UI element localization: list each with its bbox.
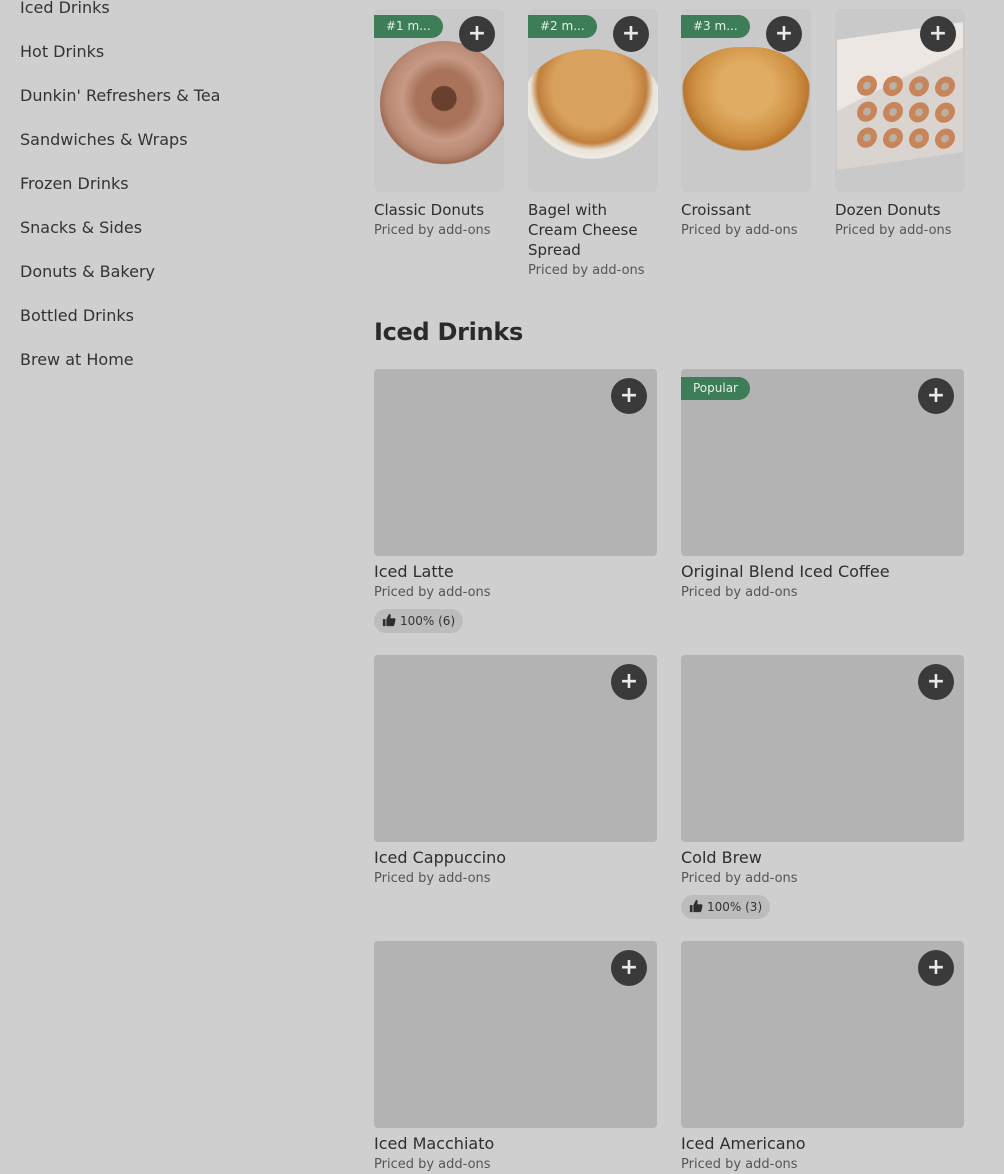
item-image[interactable]: #1 m... +: [374, 9, 504, 192]
sidebar-item-snacks-sides[interactable]: Snacks & Sides: [20, 206, 320, 250]
item-price-note: Priced by add-ons: [374, 585, 491, 600]
sidebar-item-refreshers-tea[interactable]: Dunkin' Refreshers & Tea: [20, 74, 320, 118]
item-image[interactable]: +: [374, 941, 657, 1128]
item-image[interactable]: +: [681, 941, 964, 1128]
item-price-note: Priced by add-ons: [374, 871, 491, 886]
item-price-note: Priced by add-ons: [374, 223, 491, 238]
menu-item-card[interactable]: + Iced Cappuccino Priced by add-ons: [374, 655, 657, 888]
item-price-note: Priced by add-ons: [681, 871, 798, 886]
item-name[interactable]: Croissant: [681, 200, 811, 220]
featured-items-row: #1 m... + Classic Donuts Priced by add-o…: [374, 9, 965, 289]
item-image[interactable]: Popular +: [681, 369, 964, 556]
bagel-image: [528, 49, 658, 159]
plus-icon: +: [926, 383, 946, 408]
plus-icon: +: [619, 669, 639, 694]
menu-item-card[interactable]: #3 m... + Croissant Priced by add-ons: [681, 9, 811, 240]
item-price-note: Priced by add-ons: [681, 223, 798, 238]
item-name[interactable]: Iced Macchiato: [374, 1134, 657, 1154]
menu-item-card[interactable]: Popular + Original Blend Iced Coffee Pri…: [681, 369, 964, 602]
add-button[interactable]: +: [918, 664, 954, 700]
menu-item-card[interactable]: + Iced Latte Priced by add-ons 100% (6): [374, 369, 657, 633]
add-button[interactable]: +: [459, 16, 495, 52]
item-name[interactable]: Bagel with Cream Cheese Spread: [528, 200, 658, 260]
rank-badge: #1 m...: [374, 15, 443, 38]
sidebar-item-donuts-bakery[interactable]: Donuts & Bakery: [20, 250, 320, 294]
rating-value: 100% (6): [400, 614, 456, 628]
item-name[interactable]: Dozen Donuts: [835, 200, 965, 220]
menu-item-card[interactable]: + Iced Americano Priced by add-ons: [681, 941, 964, 1174]
item-price-note: Priced by add-ons: [528, 263, 645, 278]
menu-item-card[interactable]: + Iced Macchiato Priced by add-ons: [374, 941, 657, 1174]
sidebar-item-iced-drinks[interactable]: Iced Drinks: [20, 0, 320, 30]
item-image[interactable]: +: [374, 655, 657, 842]
item-name[interactable]: Cold Brew: [681, 848, 964, 868]
sidebar-item-hot-drinks[interactable]: Hot Drinks: [20, 30, 320, 74]
item-price-note: Priced by add-ons: [835, 223, 952, 238]
menu-item-card[interactable]: + Cold Brew Priced by add-ons 100% (3): [681, 655, 964, 919]
item-price-note: Priced by add-ons: [681, 585, 798, 600]
plus-icon: +: [928, 21, 948, 46]
add-button[interactable]: +: [918, 378, 954, 414]
sidebar-item-sandwiches-wraps[interactable]: Sandwiches & Wraps: [20, 118, 320, 162]
item-name[interactable]: Iced Latte: [374, 562, 657, 582]
section-title: Iced Drinks: [374, 318, 523, 346]
item-image[interactable]: +: [835, 9, 965, 192]
item-price-note: Priced by add-ons: [374, 1157, 491, 1172]
item-name[interactable]: Classic Donuts: [374, 200, 504, 220]
item-image[interactable]: #3 m... +: [681, 9, 811, 192]
menu-item-card[interactable]: #2 m... + Bagel with Cream Cheese Spread…: [528, 9, 658, 280]
item-image[interactable]: +: [374, 369, 657, 556]
add-button[interactable]: +: [611, 378, 647, 414]
plus-icon: +: [619, 383, 639, 408]
rating-badge: 100% (3): [681, 895, 771, 919]
plus-icon: +: [926, 669, 946, 694]
rank-badge: #2 m...: [528, 15, 597, 38]
plus-icon: +: [621, 21, 641, 46]
rank-badge: #3 m...: [681, 15, 750, 38]
menu-item-card[interactable]: #1 m... + Classic Donuts Priced by add-o…: [374, 9, 504, 240]
add-button[interactable]: +: [613, 16, 649, 52]
item-price-note: Priced by add-ons: [681, 1157, 798, 1172]
item-name[interactable]: Iced Cappuccino: [374, 848, 657, 868]
popular-badge: Popular: [681, 377, 750, 400]
donut-image: [380, 41, 504, 166]
add-button[interactable]: +: [918, 950, 954, 986]
sidebar-item-brew-at-home[interactable]: Brew at Home: [20, 338, 320, 382]
sidebar-item-bottled-drinks[interactable]: Bottled Drinks: [20, 294, 320, 338]
menu-item-card[interactable]: + Dozen Donuts Priced by add-ons: [835, 9, 965, 240]
add-button[interactable]: +: [920, 16, 956, 52]
category-sidebar: Iced Drinks Hot Drinks Dunkin' Refresher…: [20, 0, 320, 382]
thumbs-up-icon: [382, 613, 396, 627]
item-name[interactable]: Original Blend Iced Coffee: [681, 562, 964, 582]
item-image[interactable]: +: [681, 655, 964, 842]
add-button[interactable]: +: [766, 16, 802, 52]
thumbs-up-icon: [689, 899, 703, 913]
plus-icon: +: [774, 21, 794, 46]
plus-icon: +: [619, 955, 639, 980]
add-button[interactable]: +: [611, 950, 647, 986]
plus-icon: +: [467, 21, 487, 46]
add-button[interactable]: +: [611, 664, 647, 700]
item-image[interactable]: #2 m... +: [528, 9, 658, 192]
rating-badge: 100% (6): [374, 609, 464, 633]
rating-value: 100% (3): [707, 900, 763, 914]
item-name[interactable]: Iced Americano: [681, 1134, 964, 1154]
sidebar-item-frozen-drinks[interactable]: Frozen Drinks: [20, 162, 320, 206]
plus-icon: +: [926, 955, 946, 980]
croissant-image: [681, 47, 811, 152]
